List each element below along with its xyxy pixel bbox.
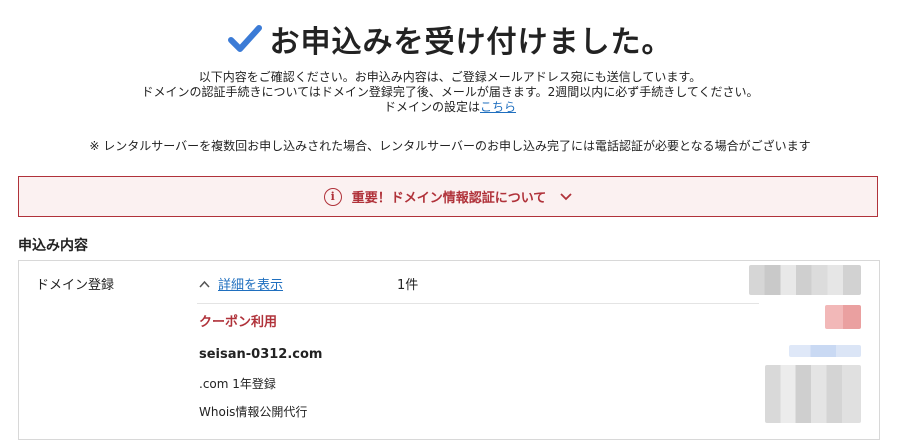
domain-settings-link[interactable]: こちら (480, 100, 516, 114)
chevron-up-icon (199, 280, 210, 288)
domain-settings-text: ドメインの設定は (383, 100, 480, 114)
check-icon (227, 25, 262, 52)
page-header: お申込みを受け付けました。 (0, 14, 900, 64)
item-count: 1件 (397, 278, 419, 293)
plan-text: .com 1年登録 (199, 377, 276, 391)
order-details-panel: ドメイン登録 詳細を表示 1件 クーポン利用 seisan-0312.com .… (18, 260, 880, 440)
coupon-label: クーポン利用 (199, 315, 278, 330)
section-title: 申込み内容 (18, 238, 88, 254)
page-title: お申込みを受け付けました。 (269, 25, 673, 60)
row-label-domain-registration: ドメイン登録 (36, 278, 115, 293)
info-line-3: ドメインの設定はこちら (0, 98, 900, 115)
alert-text: 重要！ドメイン情報認証について (351, 191, 547, 206)
rental-server-note: ※ レンタルサーバーを複数回お申し込みされた場合、レンタルサーバーのお申し込み完… (89, 139, 811, 153)
row-divider (197, 303, 759, 304)
blurred-price-2 (765, 365, 861, 423)
domain-name: seisan-0312.com (199, 347, 323, 362)
chevron-down-icon (560, 192, 572, 200)
whois-text: Whois情報公開代行 (199, 405, 308, 419)
blurred-coupon-value (825, 305, 861, 329)
blurred-price-1 (749, 265, 861, 295)
details-toggle[interactable]: 詳細を表示 (199, 274, 283, 293)
domain-verification-alert[interactable]: i 重要！ドメイン情報認証について (18, 176, 878, 217)
details-link[interactable]: 詳細を表示 (218, 274, 283, 293)
info-icon: i (323, 187, 342, 206)
blurred-domain-price (789, 345, 861, 357)
